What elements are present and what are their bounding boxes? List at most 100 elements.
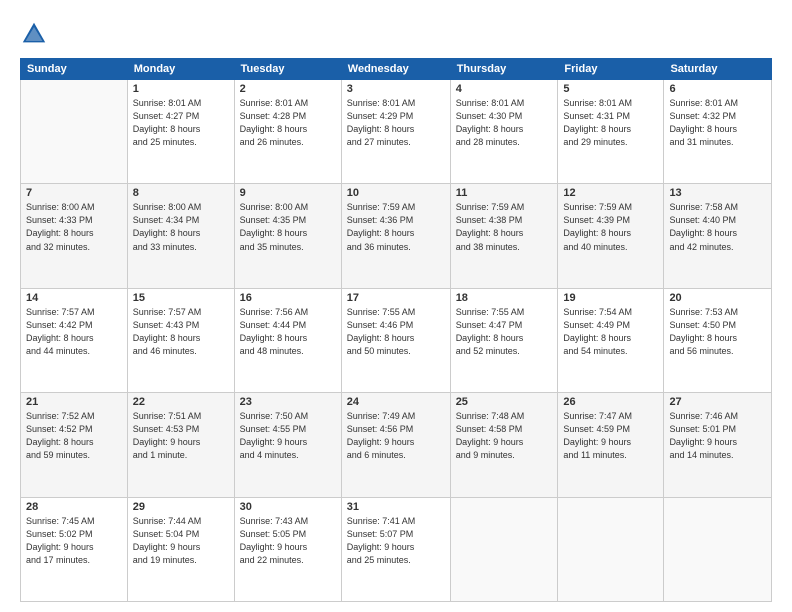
calendar-cell: 21 Sunrise: 7:52 AM Sunset: 4:52 PM Dayli…: [21, 393, 128, 497]
day-info: Sunrise: 7:49 AM Sunset: 4:56 PM Dayligh…: [347, 410, 445, 462]
day-info: Sunrise: 8:00 AM Sunset: 4:34 PM Dayligh…: [133, 201, 229, 253]
day-number: 31: [347, 501, 445, 513]
day-info: Sunrise: 8:00 AM Sunset: 4:35 PM Dayligh…: [240, 201, 336, 253]
day-info: Sunrise: 7:43 AM Sunset: 5:05 PM Dayligh…: [240, 515, 336, 567]
day-info: Sunrise: 8:01 AM Sunset: 4:27 PM Dayligh…: [133, 97, 229, 149]
calendar-week-row: 28 Sunrise: 7:45 AM Sunset: 5:02 PM Dayli…: [21, 497, 772, 601]
calendar-cell: 24 Sunrise: 7:49 AM Sunset: 4:56 PM Dayli…: [341, 393, 450, 497]
day-info: Sunrise: 7:45 AM Sunset: 5:02 PM Dayligh…: [26, 515, 122, 567]
calendar-cell: 25 Sunrise: 7:48 AM Sunset: 4:58 PM Dayli…: [450, 393, 558, 497]
calendar-cell: 31 Sunrise: 7:41 AM Sunset: 5:07 PM Dayli…: [341, 497, 450, 601]
day-info: Sunrise: 8:01 AM Sunset: 4:28 PM Dayligh…: [240, 97, 336, 149]
day-info: Sunrise: 7:59 AM Sunset: 4:39 PM Dayligh…: [563, 201, 658, 253]
day-number: 6: [669, 83, 766, 95]
day-info: Sunrise: 8:01 AM Sunset: 4:31 PM Dayligh…: [563, 97, 658, 149]
day-number: 7: [26, 187, 122, 199]
logo-icon: [20, 20, 48, 48]
day-info: Sunrise: 7:52 AM Sunset: 4:52 PM Dayligh…: [26, 410, 122, 462]
day-info: Sunrise: 7:57 AM Sunset: 4:43 PM Dayligh…: [133, 306, 229, 358]
calendar-cell: 27Sunrise: 7:46 AM Sunset: 5:01 PM Dayli…: [664, 393, 772, 497]
calendar-cell: 28 Sunrise: 7:45 AM Sunset: 5:02 PM Dayli…: [21, 497, 128, 601]
calendar-cell: [558, 497, 664, 601]
calendar-header-row: SundayMondayTuesdayWednesdayThursdayFrid…: [21, 59, 772, 80]
day-info: Sunrise: 7:57 AM Sunset: 4:42 PM Dayligh…: [26, 306, 122, 358]
calendar-week-row: 21 Sunrise: 7:52 AM Sunset: 4:52 PM Dayli…: [21, 393, 772, 497]
day-info: Sunrise: 7:47 AM Sunset: 4:59 PM Dayligh…: [563, 410, 658, 462]
day-info: Sunrise: 7:58 AM Sunset: 4:40 PM Dayligh…: [669, 201, 766, 253]
day-info: Sunrise: 7:59 AM Sunset: 4:36 PM Dayligh…: [347, 201, 445, 253]
day-number: 29: [133, 501, 229, 513]
day-number: 28: [26, 501, 122, 513]
day-info: Sunrise: 8:01 AM Sunset: 4:29 PM Dayligh…: [347, 97, 445, 149]
calendar-cell: 13Sunrise: 7:58 AM Sunset: 4:40 PM Dayli…: [664, 184, 772, 288]
day-number: 8: [133, 187, 229, 199]
day-number: 22: [133, 396, 229, 408]
calendar-header-tuesday: Tuesday: [234, 59, 341, 80]
calendar-week-row: 7 Sunrise: 8:00 AM Sunset: 4:33 PM Daylig…: [21, 184, 772, 288]
day-number: 9: [240, 187, 336, 199]
day-number: 20: [669, 292, 766, 304]
calendar-cell: 20Sunrise: 7:53 AM Sunset: 4:50 PM Dayli…: [664, 288, 772, 392]
day-info: Sunrise: 7:59 AM Sunset: 4:38 PM Dayligh…: [456, 201, 553, 253]
day-info: Sunrise: 7:50 AM Sunset: 4:55 PM Dayligh…: [240, 410, 336, 462]
day-number: 15: [133, 292, 229, 304]
day-number: 19: [563, 292, 658, 304]
day-number: 23: [240, 396, 336, 408]
logo: [20, 20, 52, 48]
day-number: 16: [240, 292, 336, 304]
calendar-cell: 30 Sunrise: 7:43 AM Sunset: 5:05 PM Dayli…: [234, 497, 341, 601]
calendar-cell: 26 Sunrise: 7:47 AM Sunset: 4:59 PM Dayli…: [558, 393, 664, 497]
day-number: 24: [347, 396, 445, 408]
calendar-cell: 12 Sunrise: 7:59 AM Sunset: 4:39 PM Dayli…: [558, 184, 664, 288]
calendar-cell: 15 Sunrise: 7:57 AM Sunset: 4:43 PM Dayli…: [127, 288, 234, 392]
calendar-cell: 10 Sunrise: 7:59 AM Sunset: 4:36 PM Dayli…: [341, 184, 450, 288]
calendar-header-friday: Friday: [558, 59, 664, 80]
day-info: Sunrise: 7:41 AM Sunset: 5:07 PM Dayligh…: [347, 515, 445, 567]
day-number: 14: [26, 292, 122, 304]
day-info: Sunrise: 7:44 AM Sunset: 5:04 PM Dayligh…: [133, 515, 229, 567]
calendar-week-row: 14 Sunrise: 7:57 AM Sunset: 4:42 PM Dayli…: [21, 288, 772, 392]
day-number: 27: [669, 396, 766, 408]
day-info: Sunrise: 7:48 AM Sunset: 4:58 PM Dayligh…: [456, 410, 553, 462]
calendar-table: SundayMondayTuesdayWednesdayThursdayFrid…: [20, 58, 772, 602]
calendar-header-saturday: Saturday: [664, 59, 772, 80]
day-number: 1: [133, 83, 229, 95]
day-number: 26: [563, 396, 658, 408]
calendar-cell: 9 Sunrise: 8:00 AM Sunset: 4:35 PM Daylig…: [234, 184, 341, 288]
page-header: [20, 20, 772, 48]
calendar-header-monday: Monday: [127, 59, 234, 80]
day-number: 21: [26, 396, 122, 408]
calendar-header-sunday: Sunday: [21, 59, 128, 80]
calendar-cell: 11Sunrise: 7:59 AM Sunset: 4:38 PM Dayli…: [450, 184, 558, 288]
day-number: 3: [347, 83, 445, 95]
day-info: Sunrise: 7:55 AM Sunset: 4:46 PM Dayligh…: [347, 306, 445, 358]
calendar-cell: 14 Sunrise: 7:57 AM Sunset: 4:42 PM Dayli…: [21, 288, 128, 392]
day-number: 10: [347, 187, 445, 199]
calendar-header-thursday: Thursday: [450, 59, 558, 80]
calendar-cell: 2 Sunrise: 8:01 AM Sunset: 4:28 PM Daylig…: [234, 80, 341, 184]
calendar-cell: 29 Sunrise: 7:44 AM Sunset: 5:04 PM Dayli…: [127, 497, 234, 601]
calendar-cell: 3 Sunrise: 8:01 AM Sunset: 4:29 PM Daylig…: [341, 80, 450, 184]
calendar-cell: 18Sunrise: 7:55 AM Sunset: 4:47 PM Dayli…: [450, 288, 558, 392]
calendar-cell: 1 Sunrise: 8:01 AM Sunset: 4:27 PM Daylig…: [127, 80, 234, 184]
day-number: 17: [347, 292, 445, 304]
calendar-cell: 17 Sunrise: 7:55 AM Sunset: 4:46 PM Dayli…: [341, 288, 450, 392]
calendar-header-wednesday: Wednesday: [341, 59, 450, 80]
calendar-cell: 6Sunrise: 8:01 AM Sunset: 4:32 PM Daylig…: [664, 80, 772, 184]
day-info: Sunrise: 7:54 AM Sunset: 4:49 PM Dayligh…: [563, 306, 658, 358]
calendar-cell: 16Sunrise: 7:56 AM Sunset: 4:44 PM Dayli…: [234, 288, 341, 392]
calendar-cell: [450, 497, 558, 601]
calendar-cell: 4Sunrise: 8:01 AM Sunset: 4:30 PM Daylig…: [450, 80, 558, 184]
calendar-cell: 8 Sunrise: 8:00 AM Sunset: 4:34 PM Daylig…: [127, 184, 234, 288]
day-info: Sunrise: 8:00 AM Sunset: 4:33 PM Dayligh…: [26, 201, 122, 253]
calendar-cell: [664, 497, 772, 601]
day-number: 5: [563, 83, 658, 95]
day-number: 2: [240, 83, 336, 95]
calendar-cell: [21, 80, 128, 184]
calendar-cell: 22Sunrise: 7:51 AM Sunset: 4:53 PM Dayli…: [127, 393, 234, 497]
day-number: 12: [563, 187, 658, 199]
day-number: 25: [456, 396, 553, 408]
calendar-cell: 19 Sunrise: 7:54 AM Sunset: 4:49 PM Dayli…: [558, 288, 664, 392]
day-info: Sunrise: 7:55 AM Sunset: 4:47 PM Dayligh…: [456, 306, 553, 358]
day-number: 30: [240, 501, 336, 513]
